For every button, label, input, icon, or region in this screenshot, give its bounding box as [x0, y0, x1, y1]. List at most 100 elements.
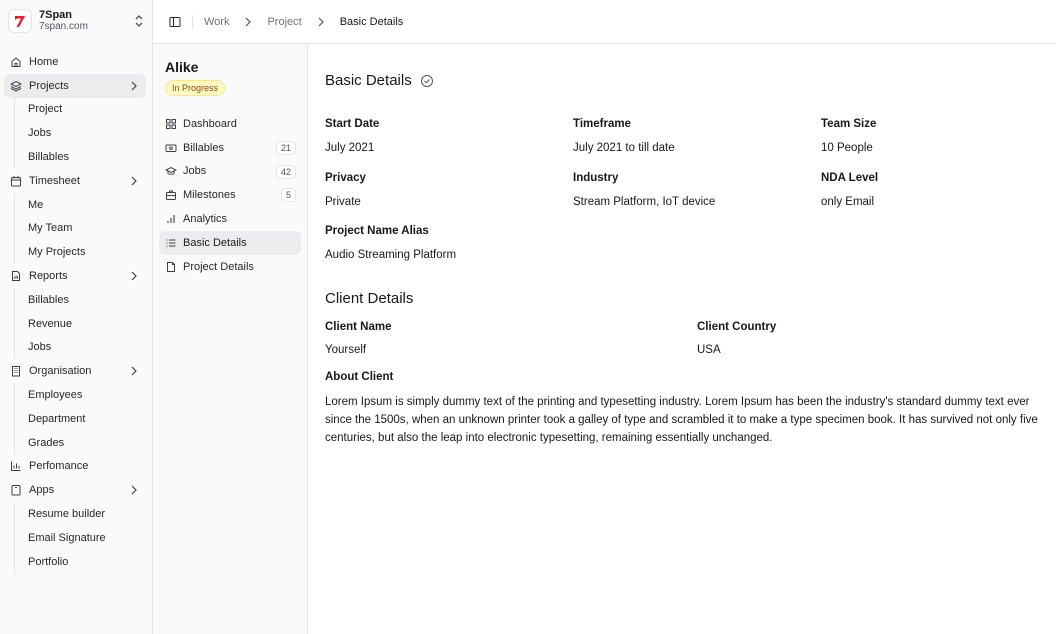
nda-level-label: NDA Level — [821, 172, 879, 184]
project-nav-label: Billables — [183, 141, 224, 154]
breadcrumb-project[interactable]: Project — [267, 16, 301, 28]
nav-apps-label: Apps — [29, 484, 55, 497]
billables-icon — [165, 142, 177, 154]
nav-sub-grades[interactable]: Grades — [4, 430, 146, 455]
project-name: Alike — [165, 59, 199, 75]
project-nav-label: Dashboard — [183, 117, 237, 130]
nav-projects[interactable]: Projects — [4, 73, 146, 98]
project-nav-basic-details[interactable]: Basic Details — [159, 230, 301, 255]
industry-label: Industry — [573, 172, 619, 184]
about-client-text: Lorem Ipsum is simply dummy text of the … — [325, 396, 1038, 444]
nav-organisation[interactable]: Organisation — [4, 359, 146, 383]
project-nav-milestones[interactable]: Milestones 5 — [159, 183, 301, 207]
jobs-icon — [165, 165, 177, 177]
nav-perfomance-label: Perfomance — [29, 460, 89, 473]
nav-sub-department[interactable]: Department — [4, 406, 146, 431]
top-bar: Work Project Basic Details — [153, 0, 1056, 44]
project-nav: Dashboard Billables 21 Jobs 42 Milestone… — [159, 112, 301, 279]
chevron-right-icon — [131, 366, 137, 376]
project-nav-label: Milestones — [183, 189, 236, 202]
privacy-value: Private — [325, 196, 361, 208]
nav-sub-resume-builder[interactable]: Resume builder — [4, 502, 146, 526]
nav-sub-billables[interactable]: Billables — [4, 145, 146, 169]
client-country-label: Client Country — [697, 321, 777, 333]
alias-value: Audio Streaming Platform — [325, 249, 457, 261]
timeframe-value: July 2021 to till date — [573, 142, 675, 154]
project-nav-billables[interactable]: Billables 21 — [159, 136, 301, 160]
about-client-label: About Client — [325, 371, 394, 383]
project-nav-analytics[interactable]: Analytics — [159, 207, 301, 231]
project-nav-label: Jobs — [183, 165, 207, 178]
basic-details-heading: Basic Details — [325, 72, 434, 89]
org-domain: 7span.com — [39, 21, 88, 32]
chevron-right-icon — [318, 17, 324, 26]
count-badge: 42 — [275, 164, 296, 179]
nav-sub-my-projects[interactable]: My Projects — [4, 240, 146, 264]
org-switcher[interactable]: 7Span 7span.com — [8, 6, 145, 36]
toolbar-divider — [192, 14, 193, 29]
nav-sub-revenue[interactable]: Revenue — [4, 311, 146, 336]
chevron-right-icon — [131, 81, 137, 91]
team-size-label: Team Size — [821, 118, 877, 130]
client-details-title: Client Details — [325, 290, 414, 307]
project-nav-dashboard[interactable]: Dashboard — [159, 112, 301, 136]
list-icon — [165, 237, 177, 249]
nav-sub-me[interactable]: Me — [4, 192, 146, 217]
project-nav-project-details[interactable]: Project Details — [159, 255, 301, 279]
nav-sub-email-signature[interactable]: Email Signature — [4, 525, 146, 550]
app-sidebar: 7Span 7span.com Home Projects Project Jo… — [0, 0, 153, 634]
timeframe-label: Timeframe — [573, 118, 631, 130]
nav-home-label: Home — [29, 55, 59, 68]
chevron-right-icon — [131, 176, 137, 186]
count-badge: 5 — [280, 188, 296, 203]
nav-sub-jobs[interactable]: Jobs — [4, 121, 146, 145]
client-details-heading: Client Details — [325, 290, 413, 307]
building-icon — [10, 365, 22, 377]
layers-icon — [10, 80, 22, 92]
nav-timesheet[interactable]: Timesheet — [4, 169, 146, 193]
project-nav-label: Project Details — [183, 260, 254, 273]
start-date-value: July 2021 — [325, 142, 375, 154]
apps-icon — [10, 484, 22, 496]
nav-sub-my-team[interactable]: My Team — [4, 216, 146, 241]
nav-sub-employees[interactable]: Employees — [4, 383, 146, 407]
count-badge: 21 — [275, 140, 296, 155]
nav-projects-label: Projects — [29, 79, 69, 92]
project-nav-label: Basic Details — [183, 236, 247, 249]
privacy-label: Privacy — [325, 172, 366, 184]
status-badge: In Progress — [165, 80, 226, 96]
analytics-icon — [165, 213, 177, 225]
bar-chart-icon — [10, 460, 22, 472]
breadcrumb: Work Project Basic Details — [204, 16, 403, 28]
start-date-label: Start Date — [325, 118, 380, 130]
sidebar-toggle-icon[interactable] — [169, 16, 181, 28]
chevron-right-icon — [246, 17, 252, 26]
nav-timesheet-label: Timesheet — [29, 174, 80, 187]
nav-perfomance[interactable]: Perfomance — [4, 455, 146, 479]
main-nav: Home Projects Project Jobs Billables Tim… — [4, 50, 146, 574]
home-icon — [10, 56, 22, 68]
milestones-icon — [165, 189, 177, 201]
nav-apps[interactable]: Apps — [4, 478, 146, 502]
nav-reports[interactable]: Reports — [4, 264, 146, 288]
nda-level-value: only Email — [821, 196, 875, 208]
nav-home[interactable]: Home — [4, 50, 146, 74]
nav-sub-report-jobs[interactable]: Jobs — [4, 335, 146, 360]
nav-sub-report-billables[interactable]: Billables — [4, 287, 146, 312]
project-panel: Alike In Progress Dashboard Billables 21… — [153, 44, 308, 634]
client-name-value: Yourself — [325, 344, 367, 356]
basic-details-title: Basic Details — [325, 72, 412, 89]
file-chart-icon — [10, 270, 22, 282]
team-size-value: 10 People — [821, 142, 873, 154]
check-circle-icon[interactable] — [420, 74, 434, 88]
client-name-label: Client Name — [325, 321, 392, 333]
nav-sub-portfolio[interactable]: Portfolio — [4, 549, 146, 574]
chevron-right-icon — [131, 485, 137, 495]
document-icon — [165, 261, 177, 273]
breadcrumb-work[interactable]: Work — [204, 16, 229, 28]
project-nav-jobs[interactable]: Jobs 42 — [159, 160, 301, 184]
nav-organisation-label: Organisation — [29, 365, 92, 378]
chevrons-up-down-icon[interactable] — [133, 13, 145, 29]
alias-label: Project Name Alias — [325, 225, 429, 237]
nav-sub-project[interactable]: Project — [4, 97, 146, 122]
